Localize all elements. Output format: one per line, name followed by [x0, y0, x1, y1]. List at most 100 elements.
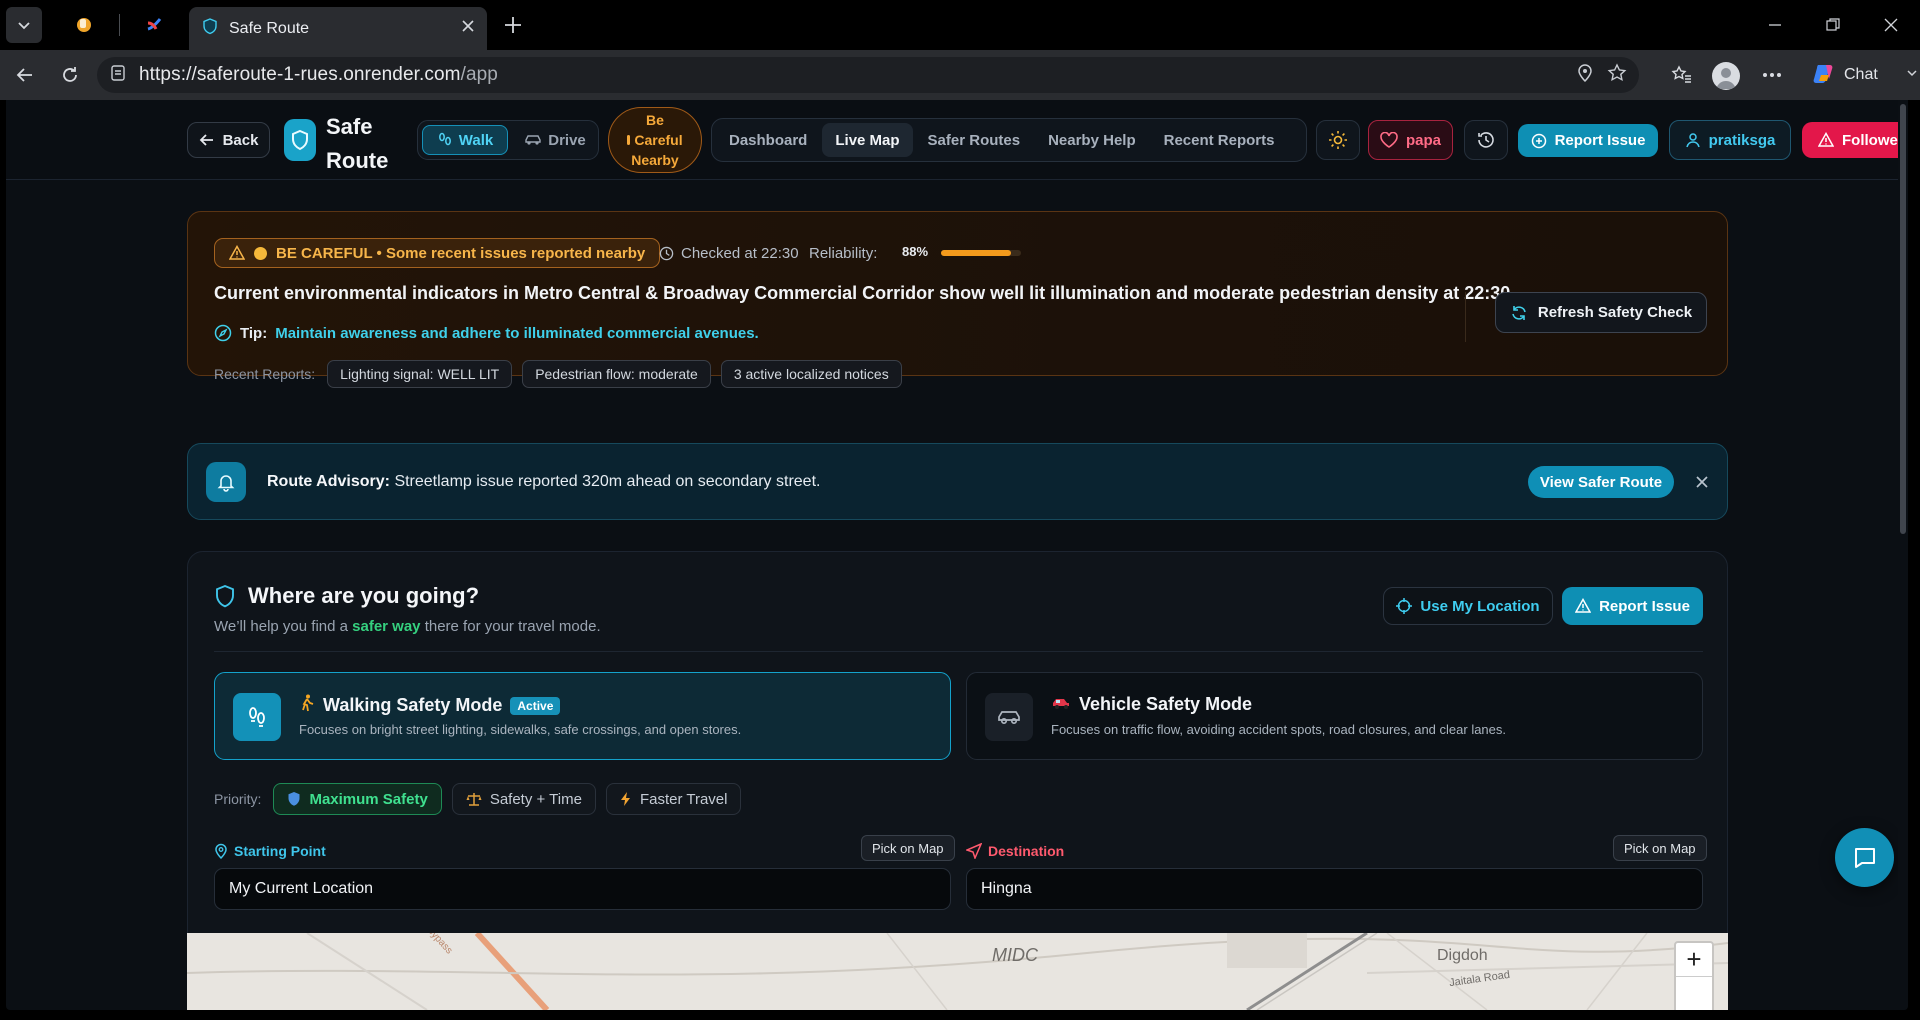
tab-close-icon[interactable]	[461, 19, 475, 38]
header-report-issue-button[interactable]: Report Issue	[1518, 124, 1658, 157]
logo-line-2: Route	[326, 148, 389, 173]
vehicle-safety-mode-card[interactable]: Vehicle Safety Mode Focuses on traffic f…	[966, 672, 1703, 760]
advisory-message: Streetlamp issue reported 320m ahead on …	[394, 473, 821, 490]
be-careful-badge: BE CAREFUL • Some recent issues reported…	[214, 238, 661, 268]
favorites-icon[interactable]	[1662, 55, 1702, 95]
view-safer-route-button[interactable]: View Safer Route	[1528, 466, 1674, 498]
zoom-in-button[interactable]: +	[1676, 943, 1712, 977]
safety-status-pill[interactable]: Be Careful Nearby	[608, 107, 702, 173]
travel-mode-toggle: Walk Drive	[417, 120, 599, 160]
tab-separator	[119, 14, 120, 36]
priority-safety-time[interactable]: Safety + Time	[451, 783, 596, 815]
live-map[interactable]: MIDC Digdoh Jaitala Road Bypass +	[187, 933, 1728, 1010]
active-tab[interactable]: Safe Route	[189, 7, 487, 50]
tip-key: Tip:	[240, 324, 268, 342]
contact-label: papa	[1405, 131, 1441, 149]
tab-recent-reports[interactable]: Recent Reports	[1151, 123, 1288, 157]
app-logo-text: Safe Route	[326, 110, 388, 178]
starting-point-input[interactable]: My Current Location	[214, 868, 951, 910]
drive-label: Drive	[548, 131, 586, 149]
subtitle-post: there for your travel mode.	[424, 618, 601, 635]
drive-mode-button[interactable]: Drive	[514, 125, 596, 155]
url-host: https://saferoute-1-rues.onrender.com	[139, 64, 461, 85]
dest-pick-on-map-button[interactable]: Pick on Map	[1613, 835, 1707, 861]
logo-line-1: Safe	[326, 114, 373, 139]
user-icon	[1685, 133, 1700, 148]
destination-input[interactable]: Hingna	[966, 868, 1703, 910]
user-label: pratiksga	[1708, 131, 1776, 149]
browser-tab-bar: Safe Route	[0, 0, 1920, 50]
close-icon[interactable]	[1688, 468, 1716, 496]
report-chip[interactable]: Pedestrian flow: moderate	[522, 360, 711, 388]
tab-dashboard[interactable]: Dashboard	[716, 123, 820, 157]
planner-report-label: Report Issue	[1599, 597, 1690, 615]
refresh-safety-check-button[interactable]: Refresh Safety Check	[1495, 292, 1707, 333]
chat-chevron-icon[interactable]	[1906, 66, 1918, 84]
red-car-icon	[1051, 694, 1071, 715]
back-button[interactable]: Back	[187, 122, 270, 158]
walking-safety-mode-card[interactable]: Walking Safety Mode Active Focuses on br…	[214, 672, 951, 760]
use-my-location-button[interactable]: Use My Location	[1383, 587, 1553, 625]
subtitle-highlight: safer way	[352, 618, 421, 635]
priority-label: Priority:	[214, 791, 262, 807]
tab-safer-routes[interactable]: Safer Routes	[915, 123, 1034, 157]
planner-title: Where are you going?	[248, 583, 480, 608]
new-tab-plus-icon[interactable]	[495, 7, 531, 43]
history-button[interactable]	[1464, 120, 1508, 160]
browser-address-bar: https://saferoute-1-rues.onrender.com/ap…	[0, 50, 1920, 100]
site-info-icon[interactable]	[109, 64, 127, 87]
pinned-tab-2-icon[interactable]	[136, 7, 172, 43]
navigation-arrow-icon	[966, 843, 982, 859]
followed-button[interactable]: Followed	[1802, 122, 1908, 158]
close-window-icon[interactable]	[1862, 0, 1920, 50]
walk-mode-button[interactable]: Walk	[422, 125, 508, 155]
start-pick-on-map-button[interactable]: Pick on Map	[861, 835, 955, 861]
more-menu-icon[interactable]	[1752, 55, 1792, 95]
planner-report-issue-button[interactable]: Report Issue	[1562, 587, 1703, 625]
profile-avatar[interactable]	[1712, 62, 1740, 90]
starting-point-label: Starting Point	[214, 843, 326, 859]
tab-title: Safe Route	[229, 19, 310, 37]
restore-icon[interactable]	[1804, 0, 1862, 50]
location-pin-icon[interactable]	[1575, 63, 1595, 88]
drive-card-description: Focuses on traffic flow, avoiding accide…	[1051, 722, 1507, 737]
emergency-contact-button[interactable]: papa	[1368, 120, 1453, 160]
warning-triangle-icon	[229, 245, 245, 260]
bell-icon	[206, 462, 246, 502]
plus-circle-icon	[1531, 133, 1546, 148]
reliability-label: Reliability:	[809, 245, 878, 262]
report-chip[interactable]: 3 active localized notices	[720, 360, 902, 388]
planner-subtitle: We’ll help you find a safer way there fo…	[214, 618, 601, 635]
chat-support-button[interactable]	[1835, 828, 1894, 887]
priority-maximum-safety[interactable]: Maximum Safety	[273, 783, 442, 815]
report-chip[interactable]: Lighting signal: WELL LIT	[327, 360, 513, 388]
tab-live-map[interactable]: Live Map	[822, 123, 913, 157]
header-report-label: Report Issue	[1554, 132, 1646, 149]
tab-nearby-help[interactable]: Nearby Help	[1035, 123, 1149, 157]
favorite-star-icon[interactable]	[1607, 62, 1627, 88]
app-page: Back Safe Route Walk Drive Be Careful Ne…	[6, 100, 1908, 1010]
theme-toggle-button[interactable]	[1316, 120, 1360, 160]
planner-divider	[214, 651, 1703, 652]
pinned-tab-1-icon[interactable]	[66, 7, 102, 43]
status-dot-icon	[627, 135, 631, 145]
walk-card-description: Focuses on bright street lighting, sidew…	[299, 722, 742, 737]
tab-list-chevron-icon[interactable]	[6, 7, 42, 43]
careful-line-2-text: Careful	[634, 132, 683, 148]
priority-faster-travel[interactable]: Faster Travel	[605, 783, 742, 815]
balance-scale-icon	[466, 793, 482, 806]
reload-icon[interactable]	[50, 55, 90, 95]
back-arrow-icon[interactable]	[5, 55, 45, 95]
refresh-label: Refresh Safety Check	[1537, 304, 1693, 321]
copilot-chat-button[interactable]: Chat	[1802, 58, 1920, 92]
alert-divider	[1465, 292, 1466, 342]
recent-reports-row: Recent Reports: Lighting signal: WELL LI…	[214, 360, 902, 388]
user-profile-button[interactable]: pratiksga	[1669, 120, 1791, 160]
page-scrollbar[interactable]	[1898, 100, 1908, 1010]
walking-person-icon	[299, 694, 315, 717]
minimize-icon[interactable]	[1746, 0, 1804, 50]
advisory-text: Route Advisory: Streetlamp issue reporte…	[267, 473, 820, 491]
url-field[interactable]: https://saferoute-1-rues.onrender.com/ap…	[97, 57, 1639, 93]
scrollbar-thumb[interactable]	[1900, 104, 1906, 534]
careful-line-1: Be	[646, 112, 664, 128]
